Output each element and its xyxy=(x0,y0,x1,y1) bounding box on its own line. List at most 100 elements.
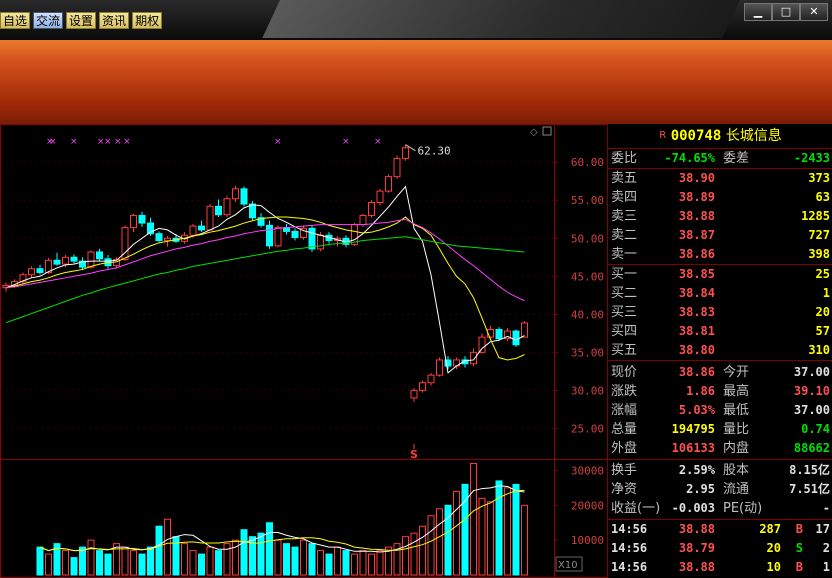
volume-bar xyxy=(376,550,384,576)
ask-row: 卖四 38.89 63 xyxy=(608,188,832,207)
quote-value: 106133 xyxy=(671,441,715,455)
title-bar-decoration xyxy=(262,0,740,38)
close-button[interactable]: ✕ xyxy=(800,3,828,21)
tick-row: 14:56 38.88 10 B 1 xyxy=(608,558,832,577)
stock-name: 长城信息 xyxy=(725,128,782,144)
event-x-marker: × xyxy=(49,137,57,147)
volume-bar xyxy=(512,483,520,576)
bid-label: 买三 xyxy=(611,305,638,320)
quote-row: 外盘 106133 内盘 88662 xyxy=(608,439,832,458)
order-ratio-value: -74.65% xyxy=(664,151,715,165)
volume-bar xyxy=(96,550,103,576)
maximize-button[interactable]: □ xyxy=(772,3,800,21)
candle-body xyxy=(164,237,171,242)
volume-bar xyxy=(410,532,418,576)
high-price-label: 62.30 xyxy=(418,145,451,158)
fundamental-value: 7.51亿 xyxy=(789,482,830,496)
candle-body xyxy=(368,202,375,216)
price-tick-label: 35.00 xyxy=(571,346,604,359)
tick-count: 17 xyxy=(815,522,830,536)
ask-row: 卖二 38.87 727 xyxy=(608,226,832,245)
quote-label: 量比 xyxy=(723,422,750,437)
candle-body xyxy=(427,374,435,384)
candle-body xyxy=(291,230,299,239)
candle-body xyxy=(393,157,401,178)
ma-line xyxy=(5,185,525,374)
quote-value: 194795 xyxy=(671,422,715,436)
bid-price: 38.81 xyxy=(678,324,715,338)
candle-body xyxy=(53,259,61,265)
candle-body xyxy=(138,214,146,224)
volume-bar xyxy=(45,553,52,576)
volume-bar xyxy=(359,550,367,576)
ma-line xyxy=(5,218,525,302)
price-tick-label: 40.00 xyxy=(571,308,604,321)
candle-body xyxy=(28,268,35,276)
price-tick-label: 30.00 xyxy=(571,384,604,397)
tick-row: 14:56 38.88 287 B 17 xyxy=(608,520,832,539)
volume-bar xyxy=(121,546,129,576)
tick-row: 14:56 38.79 20 S 2 xyxy=(608,539,832,558)
candle-body xyxy=(130,214,137,229)
price-tick-label: 50.00 xyxy=(571,232,604,245)
volume-bar xyxy=(198,553,205,576)
ask-row: 卖一 38.86 398 xyxy=(608,245,832,264)
candle-body xyxy=(266,224,273,247)
volume-bar xyxy=(189,550,197,576)
ask-price: 38.87 xyxy=(678,228,715,242)
quote-label: 外盘 xyxy=(611,441,638,456)
menu-item-0[interactable]: 自选 xyxy=(0,12,31,29)
diamond-icon: ◇ xyxy=(530,127,538,138)
event-x-marker: × xyxy=(114,137,122,147)
bid-row: 买二 38.84 1 xyxy=(608,284,832,303)
candle-body xyxy=(495,329,503,340)
tick-price: 38.79 xyxy=(678,541,715,555)
ask-label: 卖一 xyxy=(611,247,638,262)
event-x-marker: × xyxy=(104,137,112,147)
volume-bar xyxy=(104,553,112,576)
tick-time: 14:56 xyxy=(611,560,648,574)
tick-time: 14:56 xyxy=(611,541,648,555)
menu-item-1[interactable]: 交流 xyxy=(33,12,64,29)
tick-volume: 20 xyxy=(766,541,781,555)
divider xyxy=(608,360,832,361)
title-bar: 自选 交流 设置 资讯 期权 ▁ □ ✕ xyxy=(0,0,832,40)
fundamental-label: 收益(一) xyxy=(611,501,661,516)
minimize-button[interactable]: ▁ xyxy=(744,3,772,21)
volume-bar xyxy=(427,515,435,576)
kline-chart-svg: ◇ 60.00 55.00 50.00 45.00 40.00 35.00 30.00 25.0… xyxy=(0,124,608,578)
candle-body xyxy=(232,188,239,200)
price-tick-label: 45.00 xyxy=(571,270,604,283)
volume-bar xyxy=(87,539,95,576)
volume-bar xyxy=(138,553,146,576)
top-menu: 自选 交流 设置 资讯 期权 xyxy=(0,12,163,29)
bid-volume: 1 xyxy=(822,286,830,300)
ask-label: 卖二 xyxy=(611,228,638,243)
candle-body xyxy=(410,389,418,399)
quote-row: 现价 38.86 今开 37.00 xyxy=(608,363,832,382)
ask-price: 38.86 xyxy=(678,247,715,261)
quote-label: 最低 xyxy=(723,403,750,418)
bid-label: 买五 xyxy=(611,343,638,358)
menu-item-2[interactable]: 设置 xyxy=(66,12,97,29)
menu-item-3[interactable]: 资讯 xyxy=(99,12,130,29)
candle-body xyxy=(385,176,392,192)
volume-bar xyxy=(257,532,265,576)
volume-bar xyxy=(240,529,248,576)
volume-bar xyxy=(521,504,528,576)
ex-rights-marker: S xyxy=(410,448,418,461)
ask-volume: 63 xyxy=(815,190,830,204)
bid-price: 38.80 xyxy=(678,343,715,357)
menu-item-4[interactable]: 期权 xyxy=(132,12,163,29)
volume-bar xyxy=(504,487,511,576)
ask-label: 卖三 xyxy=(611,209,638,224)
volume-bar xyxy=(402,536,409,576)
volume-bar xyxy=(368,553,375,576)
fundamental-label: PE(动) xyxy=(723,501,763,516)
fundamental-row: 收益(一) -0.003 PE(动) - xyxy=(608,499,832,518)
kline-chart[interactable]: ◇ 60.00 55.00 50.00 45.00 40.00 35.00 30.00 25.0… xyxy=(0,124,608,578)
ask-volume: 1285 xyxy=(801,209,830,223)
candle-body xyxy=(206,205,214,231)
volume-bar xyxy=(325,553,333,576)
candle-body xyxy=(274,227,282,247)
